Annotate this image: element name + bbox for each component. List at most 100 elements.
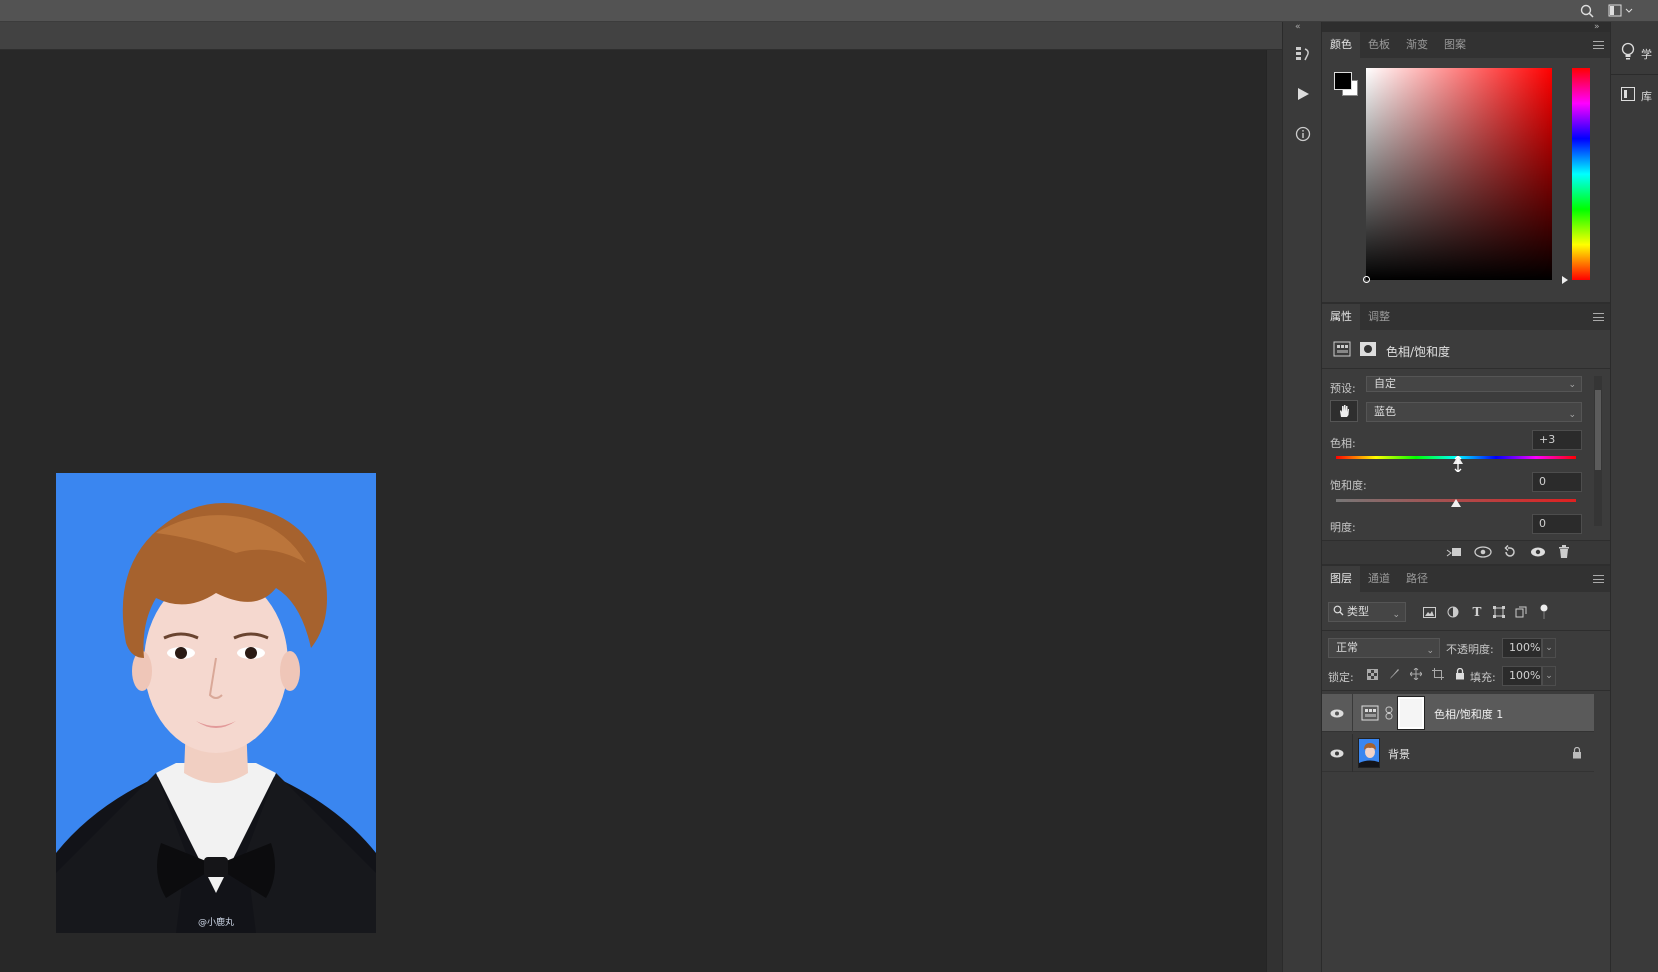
saturation-label: 饱和度: — [1330, 479, 1367, 492]
play-actions-icon[interactable] — [1291, 82, 1315, 106]
channel-value: 蓝色 — [1374, 405, 1396, 418]
tab-layers[interactable]: 图层 — [1322, 566, 1360, 592]
learn-label[interactable]: 学 — [1641, 46, 1652, 62]
scroll-thumb[interactable] — [1595, 390, 1601, 470]
layers-panel: 图层 通道 路径 类型 ⌄ T 正常 ⌄ 不透明度: 100% ⌄ 锁定: 填充… — [1322, 566, 1610, 972]
blend-mode-value: 正常 — [1336, 641, 1358, 654]
divider — [1322, 630, 1610, 631]
clip-to-layer-icon[interactable] — [1444, 542, 1464, 562]
blend-mode-dropdown[interactable]: 正常 ⌄ — [1328, 638, 1440, 658]
libraries-icon[interactable] — [1619, 84, 1637, 104]
view-previous-state-icon[interactable] — [1472, 542, 1494, 562]
hue-slider-handle[interactable] — [1562, 276, 1568, 284]
lock-move-icon[interactable] — [1408, 666, 1424, 682]
far-right-strip: 学 库 — [1610, 22, 1658, 972]
document-photo[interactable]: @小鹿丸 — [56, 473, 376, 933]
tab-gradients[interactable]: 渐变 — [1398, 32, 1436, 58]
libraries-label[interactable]: 库 — [1641, 88, 1652, 104]
layer-row-background[interactable]: 背景 — [1322, 734, 1594, 772]
saturation-input[interactable]: 0 — [1532, 472, 1582, 492]
opacity-input[interactable]: 100% — [1502, 638, 1542, 658]
layer-row-hue-saturation[interactable]: 色相/饱和度 1 — [1322, 694, 1594, 732]
color-field-picker[interactable] — [1363, 276, 1370, 283]
eye-icon[interactable] — [1328, 704, 1346, 722]
properties-panel: 属性 调整 色相/饱和度 预设: 自定 ⌄ 蓝色 ⌄ 色相: +3 饱和度: 0… — [1322, 304, 1610, 564]
adjustment-layer-icon[interactable] — [1332, 340, 1352, 358]
chevron-down-icon: ⌄ — [1392, 610, 1400, 620]
lightness-input[interactable]: 0 — [1532, 514, 1582, 534]
resize-cursor-icon — [1454, 456, 1462, 472]
opacity-chevron-icon[interactable]: ⌄ — [1542, 638, 1556, 658]
channel-dropdown[interactable]: 蓝色 ⌄ — [1366, 402, 1582, 422]
lock-icon[interactable] — [1570, 746, 1584, 760]
adjustment-title: 色相/饱和度 — [1386, 345, 1451, 359]
tab-patterns[interactable]: 图案 — [1436, 32, 1474, 58]
hue-spectrum-bar[interactable] — [1572, 68, 1590, 280]
trash-icon[interactable] — [1554, 542, 1574, 562]
filter-shape-icon[interactable] — [1490, 604, 1508, 620]
hue-value: +3 — [1539, 433, 1556, 446]
fill-chevron-icon[interactable]: ⌄ — [1542, 666, 1556, 686]
preset-value: 自定 — [1374, 377, 1396, 390]
filter-type-icon[interactable]: T — [1468, 604, 1486, 620]
workspace-icon[interactable] — [1606, 2, 1636, 20]
fill-input[interactable]: 100% — [1502, 666, 1542, 686]
hue-label: 色相: — [1330, 437, 1356, 450]
preset-dropdown[interactable]: 自定 ⌄ — [1366, 376, 1582, 392]
lock-label: 锁定: — [1328, 671, 1354, 684]
lock-brush-icon[interactable] — [1386, 666, 1402, 682]
layer-name[interactable]: 色相/饱和度 1 — [1434, 706, 1503, 722]
filter-adjustment-icon[interactable] — [1444, 604, 1462, 620]
opacity-label: 不透明度: — [1446, 643, 1494, 656]
layer-mask-thumbnail[interactable] — [1397, 696, 1425, 730]
tab-channels[interactable]: 通道 — [1360, 566, 1398, 592]
canvas-scrollbar[interactable] — [1266, 50, 1282, 972]
layer-filter-value: 类型 — [1347, 605, 1369, 618]
layer-thumbnail[interactable] — [1358, 738, 1380, 768]
collapse-right-icon[interactable]: » — [1594, 22, 1608, 32]
foreground-color-swatch[interactable] — [1334, 72, 1352, 90]
fill-value: 100% — [1509, 669, 1541, 682]
saturation-slider-thumb[interactable] — [1451, 499, 1461, 507]
chevron-down-icon: ⌄ — [1426, 646, 1434, 656]
lock-artboard-icon[interactable] — [1430, 666, 1446, 682]
mask-icon[interactable] — [1358, 340, 1378, 358]
reset-icon[interactable] — [1500, 542, 1520, 562]
tab-properties[interactable]: 属性 — [1322, 304, 1360, 330]
filter-toggle-icon[interactable] — [1536, 602, 1552, 622]
targeted-adjustment-hand-icon[interactable] — [1330, 400, 1358, 422]
tab-paths[interactable]: 路径 — [1398, 566, 1436, 592]
info-icon[interactable] — [1291, 122, 1315, 146]
properties-panel-menu-icon[interactable] — [1593, 313, 1604, 321]
eye-icon[interactable] — [1328, 744, 1346, 762]
divider — [1352, 734, 1353, 772]
hue-input[interactable]: +3 — [1532, 430, 1582, 450]
history-icon[interactable] — [1291, 42, 1315, 66]
lock-transparent-icon[interactable] — [1364, 666, 1380, 682]
search-icon[interactable] — [1578, 2, 1596, 20]
tab-adjustments[interactable]: 调整 — [1360, 304, 1398, 330]
tab-swatches[interactable]: 色板 — [1360, 32, 1398, 58]
layer-filter-dropdown[interactable]: 类型 ⌄ — [1328, 602, 1406, 622]
tab-color[interactable]: 颜色 — [1322, 32, 1360, 58]
document-tab-bar — [0, 22, 1282, 50]
preset-label: 预设: — [1330, 382, 1356, 395]
layers-panel-menu-icon[interactable] — [1593, 575, 1604, 583]
lightbulb-icon[interactable] — [1619, 40, 1637, 64]
mini-tool-strip: « — [1282, 22, 1322, 972]
visibility-icon[interactable] — [1528, 542, 1548, 562]
color-panel-menu-icon[interactable] — [1593, 41, 1604, 49]
link-icon[interactable] — [1384, 706, 1394, 720]
properties-scrollbar[interactable] — [1594, 376, 1602, 526]
divider — [1322, 368, 1610, 369]
collapse-left-icon[interactable]: « — [1295, 22, 1311, 32]
lock-all-icon[interactable] — [1452, 666, 1468, 682]
portrait-image: @小鹿丸 — [56, 473, 376, 933]
color-field[interactable] — [1366, 68, 1552, 280]
filter-pixel-icon[interactable] — [1420, 604, 1438, 620]
layer-name[interactable]: 背景 — [1388, 746, 1410, 762]
opacity-value: 100% — [1509, 641, 1541, 654]
filter-smart-object-icon[interactable] — [1512, 604, 1530, 620]
lightness-label: 明度: — [1330, 521, 1356, 534]
lightness-value: 0 — [1539, 517, 1546, 530]
